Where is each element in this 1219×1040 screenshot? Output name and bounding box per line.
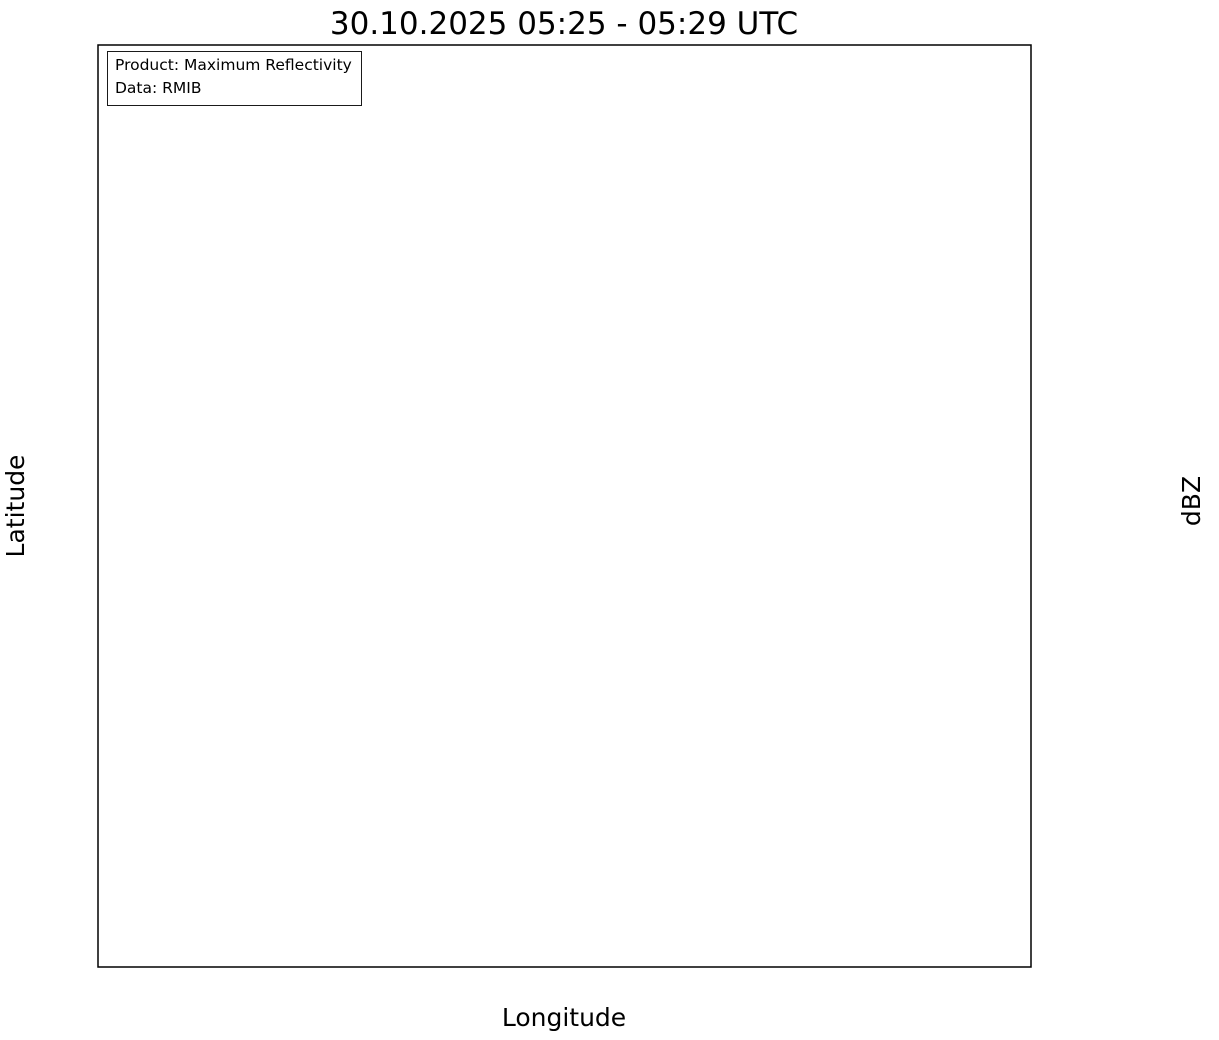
data-source-line: Data: RMIB (115, 79, 202, 98)
colorbar-label: dBZ (1177, 476, 1206, 526)
product-line: Product: Maximum Reflectivity (115, 56, 352, 74)
y-axis-label: Latitude (1, 455, 30, 558)
plot-frame (97, 44, 1032, 968)
product-info-box: Product: Maximum Reflectivity Data: RMIB (107, 51, 362, 106)
map-plot: 30.10.2025 05:25 - 05:29 UTC Longitude L… (1, 6, 1206, 1032)
x-axis-label: Longitude (502, 1003, 626, 1032)
figure-title: 30.10.2025 05:25 - 05:29 UTC (330, 6, 798, 42)
radar-reflectivity-figure: 30.10.2025 05:25 - 05:29 UTC Longitude L… (0, 0, 1219, 1040)
